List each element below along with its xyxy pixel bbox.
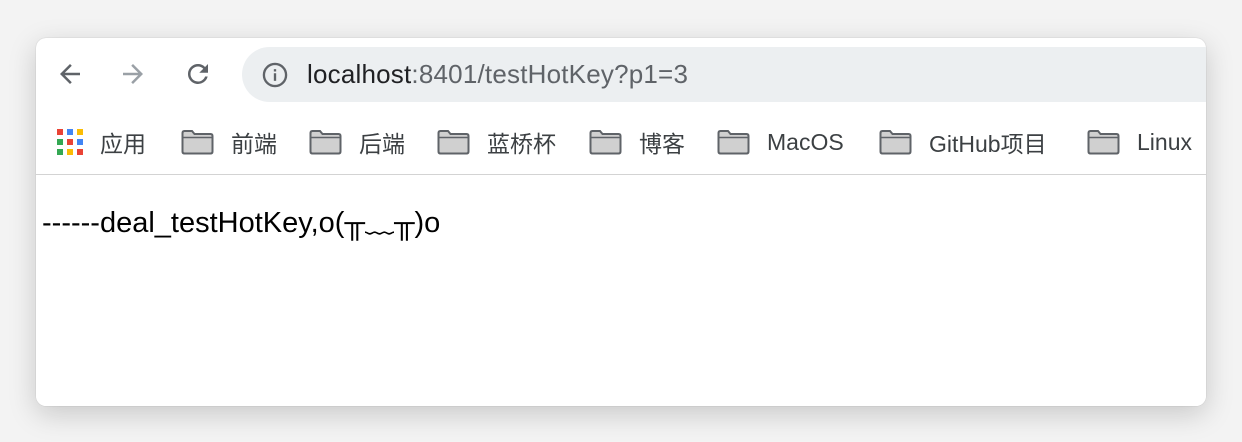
bookmark-folder-linux[interactable]: Linux (1087, 124, 1192, 160)
forward-button[interactable] (115, 56, 151, 92)
response-text: ------deal_testHotKey,o(╥﹏╥)o (42, 207, 441, 239)
back-button[interactable] (52, 56, 88, 92)
address-bar[interactable]: localhost:8401/testHotKey?p1=3 (242, 47, 1206, 102)
url-host: localhost (307, 59, 412, 89)
folder-icon (309, 130, 342, 155)
bookmarks-bar: 应用 前端 后端 蓝桥杯 博客 MacOS GitHub项目 Linux (36, 110, 1206, 175)
bookmark-folder-blog[interactable]: 博客 (589, 124, 685, 160)
folder-icon (717, 130, 750, 155)
bookmark-label: 博客 (639, 131, 685, 157)
bookmark-label: MacOS (767, 128, 844, 155)
browser-window: localhost:8401/testHotKey?p1=3 应用 前端 后端 … (36, 38, 1206, 406)
folder-icon (437, 130, 470, 155)
folder-icon (589, 130, 622, 155)
bookmark-folder-backend[interactable]: 后端 (309, 124, 405, 160)
info-icon[interactable] (260, 60, 290, 90)
arrow-left-icon (60, 64, 80, 84)
apps-grid-icon (57, 129, 83, 155)
reload-icon (187, 63, 208, 84)
bookmark-label: GitHub项目 (929, 131, 1047, 157)
bookmark-label: 后端 (359, 131, 405, 157)
url-text[interactable]: localhost:8401/testHotKey?p1=3 (307, 59, 688, 90)
bookmark-folder-lanqiao[interactable]: 蓝桥杯 (437, 124, 556, 160)
url-path: :8401/testHotKey?p1=3 (411, 59, 689, 89)
browser-toolbar: localhost:8401/testHotKey?p1=3 (36, 38, 1206, 110)
bookmark-label: 应用 (100, 131, 146, 157)
bookmark-label: 前端 (231, 131, 277, 157)
arrow-right-icon (123, 64, 143, 84)
folder-icon (1087, 130, 1120, 155)
bookmark-folder-frontend[interactable]: 前端 (181, 124, 277, 160)
bookmark-apps[interactable]: 应用 (57, 124, 146, 160)
folder-icon (181, 130, 214, 155)
bookmark-label: Linux (1137, 128, 1192, 155)
folder-icon (879, 130, 912, 155)
bookmark-label: 蓝桥杯 (487, 131, 556, 157)
bookmark-folder-github[interactable]: GitHub项目 (879, 124, 1047, 160)
reload-button[interactable] (180, 56, 216, 92)
page-content: ------deal_testHotKey,o(╥﹏╥)o (36, 175, 1206, 406)
bookmark-folder-macos[interactable]: MacOS (717, 124, 844, 160)
